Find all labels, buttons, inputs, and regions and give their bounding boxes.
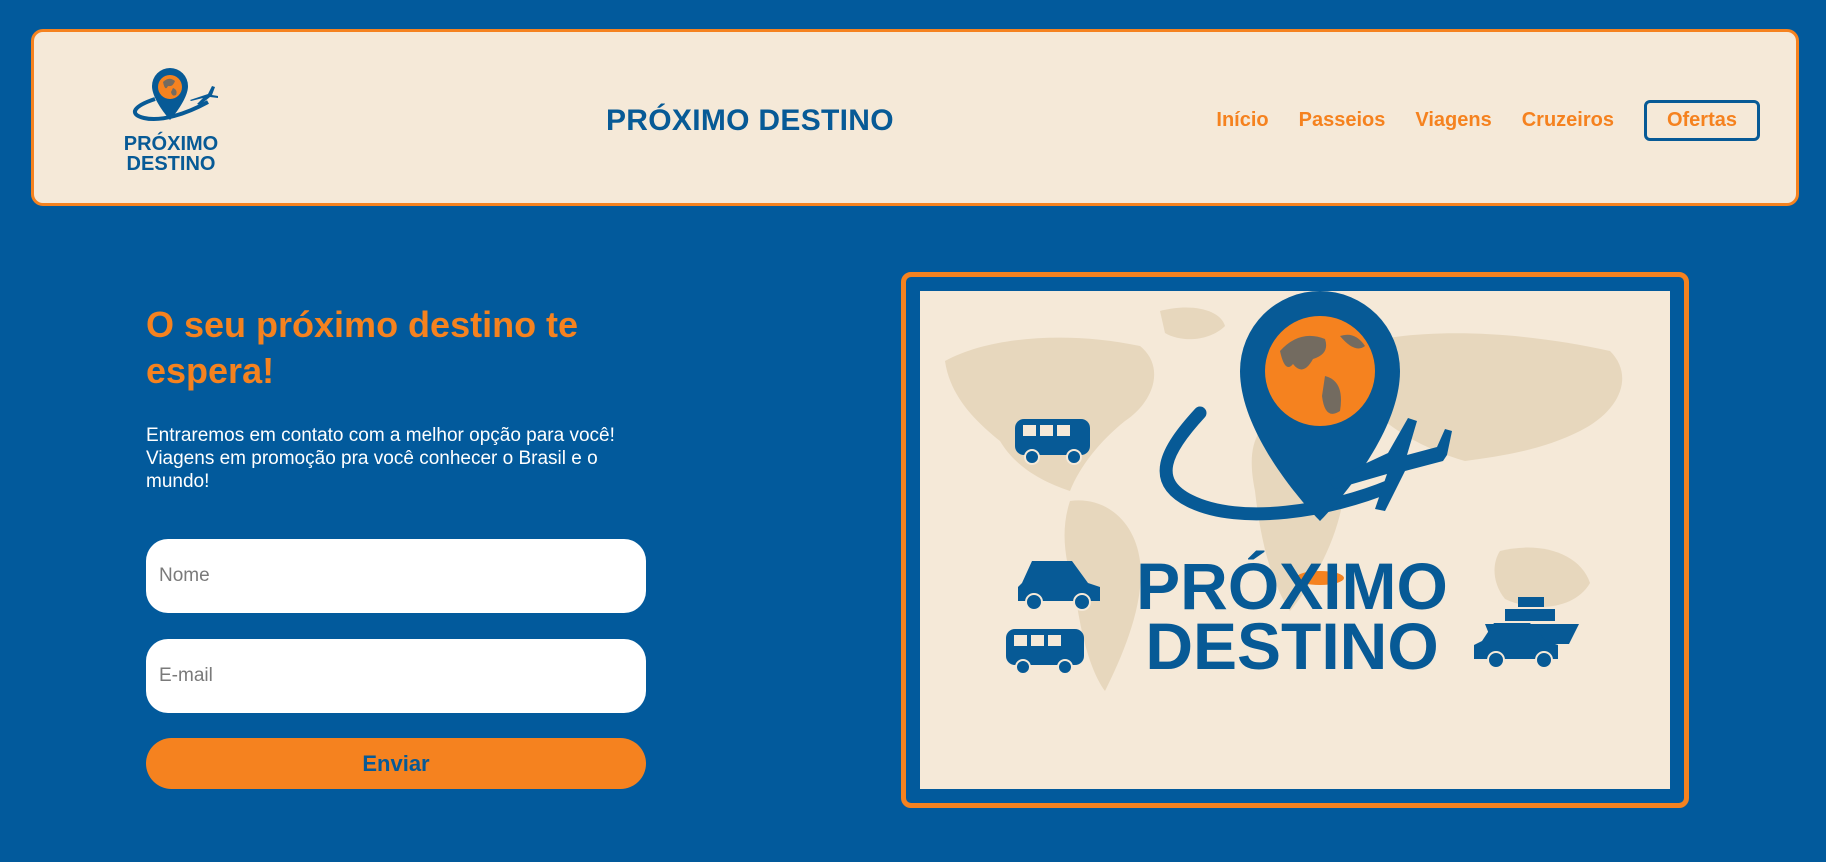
nav-link-inicio[interactable]: Início: [1216, 109, 1268, 132]
nav-link-cruzeiros[interactable]: Cruzeiros: [1522, 109, 1614, 132]
name-input[interactable]: [146, 539, 646, 613]
bus-icon-bottom: [1006, 629, 1084, 675]
hero-logo-illustration: PRÓXIMO DESTINO: [945, 291, 1623, 691]
hero-logo-text-line2: DESTINO: [1145, 609, 1438, 683]
hero-description: Entraremos em contato com a melhor opção…: [146, 425, 615, 492]
site-title: PRÓXIMO DESTINO: [606, 104, 894, 137]
site-header: PRÓXIMO DESTINO PRÓXIMO DESTINO Início P…: [31, 29, 1799, 206]
hero-title: O seu próximo destino te espera!: [146, 304, 579, 391]
brand-logo[interactable]: PRÓXIMO DESTINO: [116, 66, 226, 176]
hero-image-frame: PRÓXIMO DESTINO: [901, 272, 1689, 808]
main-nav: Início Passeios Viagens Cruzeiros Oferta…: [1186, 100, 1760, 141]
nav-link-viagens[interactable]: Viagens: [1415, 109, 1491, 132]
nav-link-passeios[interactable]: Passeios: [1299, 109, 1386, 132]
logo-text-line2: DESTINO: [127, 153, 216, 175]
nav-button-ofertas[interactable]: Ofertas: [1643, 100, 1760, 141]
logo-text-line1: PRÓXIMO: [124, 131, 218, 155]
email-input[interactable]: [146, 639, 646, 713]
submit-button[interactable]: Enviar: [146, 738, 646, 789]
